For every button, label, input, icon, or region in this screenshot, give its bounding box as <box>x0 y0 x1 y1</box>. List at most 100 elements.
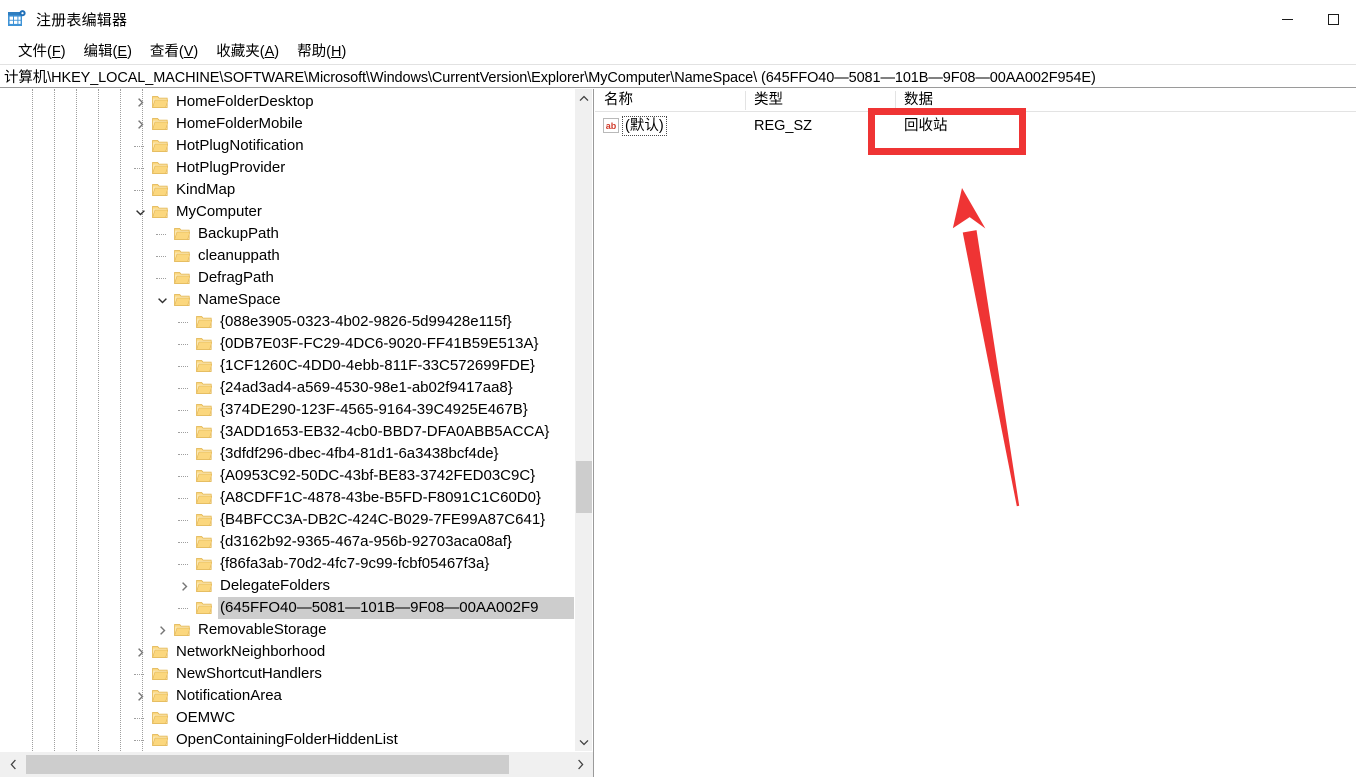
tree-vertical-scroll-thumb[interactable] <box>576 461 592 513</box>
minimize-icon <box>1281 18 1293 20</box>
menu-bar: 文件(F) 编辑(E) 查看(V) 收藏夹(A) 帮助(H) <box>0 38 1356 63</box>
tree-item-28[interactable]: OEMWC <box>0 707 575 729</box>
tree-item-13[interactable]: {24ad3ad4-a569-4530-98e1-ab02f9417aa8} <box>0 377 575 399</box>
tree-collapse-toggle[interactable] <box>132 201 148 223</box>
scroll-up-button[interactable] <box>575 89 593 107</box>
value-row-0[interactable]: ab (默认) REG_SZ 回收站 <box>595 115 1356 137</box>
menu-item-label: 编辑( <box>83 43 118 60</box>
tree-connector-line <box>156 278 166 279</box>
folder-icon <box>196 557 212 571</box>
tree-item-label: OEMWC <box>176 709 236 726</box>
tree-item-27[interactable]: NotificationArea <box>0 685 575 707</box>
tree-item-24[interactable]: RemovableStorage <box>0 619 575 641</box>
tree-item-10[interactable]: {088e3905-0323-4b02-9826-5d99428e115f} <box>0 311 575 333</box>
tree-expand-toggle[interactable] <box>132 641 148 663</box>
tree-item-22[interactable]: DelegateFolders <box>0 575 575 597</box>
folder-icon <box>152 645 168 659</box>
tree-item-label: BackupPath <box>198 225 279 242</box>
menu-item-2[interactable]: 查看(V) <box>141 38 207 64</box>
tree-item-label: KindMap <box>176 181 236 198</box>
tree-item-0[interactable]: HomeFolderDesktop <box>0 91 575 113</box>
tree-item-2[interactable]: HotPlugNotification <box>0 135 575 157</box>
column-header-label: 数据 <box>904 92 933 108</box>
tree-item-9[interactable]: NameSpace <box>0 289 575 311</box>
tree-item-25[interactable]: NetworkNeighborhood <box>0 641 575 663</box>
tree-item-5[interactable]: MyComputer <box>0 201 575 223</box>
tree-item-3[interactable]: HotPlugProvider <box>0 157 575 179</box>
column-divider[interactable] <box>895 91 896 110</box>
chevron-up-icon <box>579 95 589 101</box>
menu-item-label: 帮助( <box>297 43 331 60</box>
tree-horizontal-scroll-thumb[interactable] <box>26 755 509 774</box>
tree-item-15[interactable]: {3ADD1653-EB32-4cb0-BBD7-DFA0ABB5ACCA} <box>0 421 575 443</box>
folder-icon <box>152 117 168 131</box>
folder-icon <box>196 513 212 527</box>
window-title: 注册表编辑器 <box>36 11 128 29</box>
tree-item-17[interactable]: {A0953C92-50DC-43bf-BE83-3742FED03C9C} <box>0 465 575 487</box>
menu-item-accelerator: H <box>330 43 342 60</box>
scroll-left-button[interactable] <box>0 752 26 777</box>
values-column-header: 名称 类型 数据 <box>595 89 1356 112</box>
registry-editor-window: 注册表编辑器 文件(F) 编辑(E) 查看(V) 收藏夹(A) 帮助(H) 计算机\HK… <box>0 0 1356 777</box>
tree-expand-toggle[interactable] <box>154 619 170 641</box>
tree-item-label: NotificationArea <box>176 687 282 704</box>
tree-item-7[interactable]: cleanuppath <box>0 245 575 267</box>
chevron-left-icon <box>10 759 16 770</box>
tree-item-19[interactable]: {B4BFCC3A-DB2C-424C-B029-7FE99A87C641} <box>0 509 575 531</box>
column-header-0[interactable]: 名称 <box>595 89 745 111</box>
menu-item-3[interactable]: 收藏夹(A) <box>207 38 288 64</box>
column-header-1[interactable]: 类型 <box>745 89 895 111</box>
tree-item-18[interactable]: {A8CDFF1C-4878-43be-B5FD-F8091C1C60D0} <box>0 487 575 509</box>
tree-item-label: DefragPath <box>198 269 274 286</box>
tree-item-label: {B4BFCC3A-DB2C-424C-B029-7FE99A87C641} <box>220 511 546 528</box>
column-header-2[interactable]: 数据 <box>895 89 1265 111</box>
registry-tree-pane: HomeFolderDesktop HomeFolderMobile HotPlug… <box>0 89 594 777</box>
chevron-right-icon <box>181 581 187 591</box>
chevron-right-icon <box>137 97 143 107</box>
tree-item-23[interactable]: (645FFO40—5081—101B—9F08—00AA002F9 <box>0 597 575 619</box>
tree-item-29[interactable]: OpenContainingFolderHiddenList <box>0 729 575 751</box>
tree-item-label: HotPlugNotification <box>176 137 304 154</box>
value-name-cell[interactable]: (默认) <box>622 115 667 137</box>
tree-item-1[interactable]: HomeFolderMobile <box>0 113 575 135</box>
folder-icon <box>196 535 212 549</box>
main-content: HomeFolderDesktop HomeFolderMobile HotPlug… <box>0 89 1356 777</box>
tree-item-16[interactable]: {3dfdf296-dbec-4fb4-81d1-6a3438bcf4de} <box>0 443 575 465</box>
tree-item-26[interactable]: NewShortcutHandlers <box>0 663 575 685</box>
tree-connector-line <box>178 542 188 543</box>
tree-collapse-toggle[interactable] <box>154 289 170 311</box>
value-type-cell: REG_SZ <box>754 118 813 134</box>
column-divider[interactable] <box>745 91 746 110</box>
tree-item-12[interactable]: {1CF1260C-4DD0-4ebb-811F-33C572699FDE} <box>0 355 575 377</box>
scroll-right-button[interactable] <box>567 752 593 777</box>
tree-item-6[interactable]: BackupPath <box>0 223 575 245</box>
chevron-down-icon <box>157 297 167 303</box>
registry-editor-icon <box>7 9 27 29</box>
tree-item-8[interactable]: DefragPath <box>0 267 575 289</box>
menu-item-label-tail: ) <box>127 43 132 60</box>
tree-expand-toggle[interactable] <box>176 575 192 597</box>
tree-item-label: {A0953C92-50DC-43bf-BE83-3742FED03C9C} <box>220 467 536 484</box>
chevron-right-icon <box>137 691 143 701</box>
tree-item-14[interactable]: {374DE290-123F-4565-9164-39C4925E467B} <box>0 399 575 421</box>
tree-connector-line <box>178 564 188 565</box>
tree-item-4[interactable]: KindMap <box>0 179 575 201</box>
tree-item-20[interactable]: {d3162b92-9365-467a-956b-92703aca08af} <box>0 531 575 553</box>
tree-item-label: NetworkNeighborhood <box>176 643 326 660</box>
menu-item-0[interactable]: 文件(F) <box>9 38 75 64</box>
folder-icon <box>152 711 168 725</box>
tree-item-21[interactable]: {f86fa3ab-70d2-4fc7-9c99-fcbf05467f3a} <box>0 553 575 575</box>
minimize-button[interactable] <box>1264 0 1310 38</box>
scroll-down-button[interactable] <box>575 733 593 751</box>
tree-expand-toggle[interactable] <box>132 91 148 113</box>
address-bar[interactable]: 计算机\HKEY_LOCAL_MACHINE\SOFTWARE\Microsof… <box>0 64 1356 88</box>
maximize-button[interactable] <box>1310 0 1356 38</box>
tree-horizontal-scrollbar[interactable] <box>0 751 593 777</box>
tree-expand-toggle[interactable] <box>132 685 148 707</box>
menu-item-4[interactable]: 帮助(H) <box>288 38 355 64</box>
menu-item-1[interactable]: 编辑(E) <box>75 38 141 64</box>
tree-vertical-scrollbar[interactable] <box>574 89 592 751</box>
tree-connector-line <box>156 234 166 235</box>
tree-item-11[interactable]: {0DB7E03F-FC29-4DC6-9020-FF41B59E513A} <box>0 333 575 355</box>
tree-expand-toggle[interactable] <box>132 113 148 135</box>
